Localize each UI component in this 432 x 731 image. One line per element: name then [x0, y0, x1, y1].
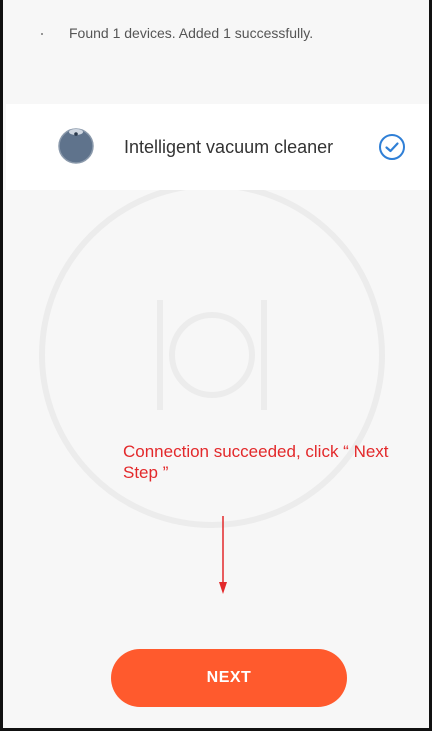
next-button[interactable]: NEXT — [111, 649, 347, 707]
app-screen: Found 1 devices. Added 1 successfully. I… — [0, 0, 432, 731]
device-name: Intelligent vacuum cleaner — [124, 137, 334, 157]
status-message: Found 1 devices. Added 1 successfully. — [69, 25, 314, 41]
robot-vacuum-icon — [58, 128, 94, 164]
instruction-annotation: Connection succeeded, click “ Next Step … — [123, 442, 389, 482]
arrow-down-icon — [219, 516, 227, 594]
device-row[interactable]: Intelligent vacuum cleaner — [6, 104, 429, 190]
status-bullet — [41, 33, 43, 35]
check-circle-icon — [379, 134, 405, 160]
